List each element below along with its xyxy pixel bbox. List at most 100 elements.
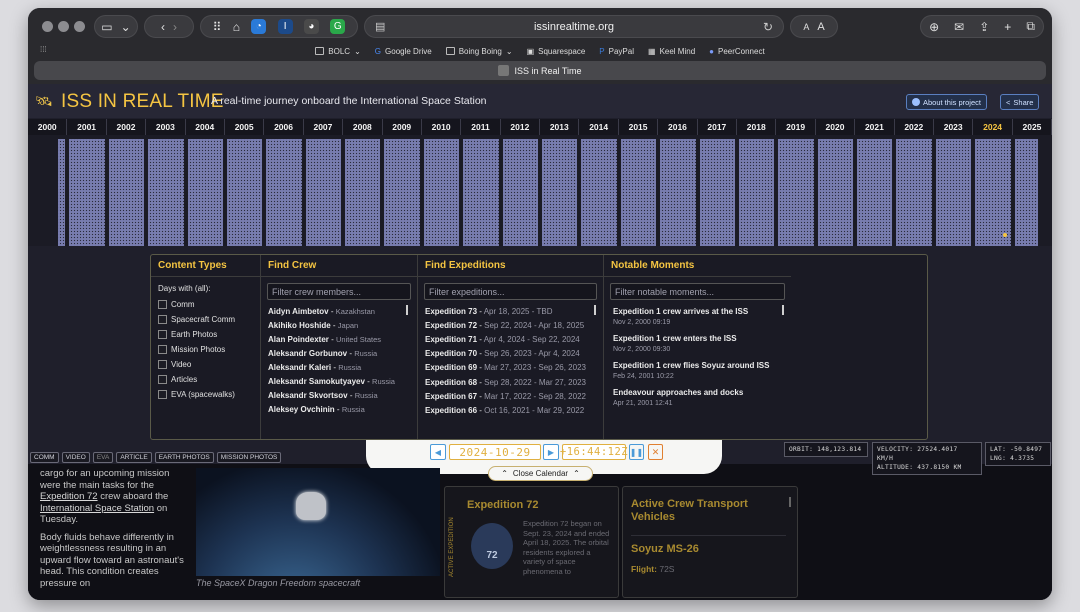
grid-icon[interactable]: ⠿	[213, 20, 222, 34]
year-day-cells-2007[interactable]	[305, 139, 342, 246]
checkbox-icon[interactable]	[158, 360, 167, 369]
checkbox-icon[interactable]	[158, 315, 167, 324]
year-day-cells-2013[interactable]	[542, 139, 578, 246]
pause-button[interactable]: ❚❚	[629, 444, 644, 460]
year-tab-2023[interactable]: 2023	[933, 119, 974, 135]
year-tab-2005[interactable]: 2005	[224, 119, 265, 135]
reload-icon[interactable]: ↻	[763, 20, 773, 34]
year-tab-2017[interactable]: 2017	[697, 119, 738, 135]
bookmark-google-drive[interactable]: G Google Drive	[375, 47, 432, 56]
expedition-scrollbar[interactable]	[594, 305, 596, 315]
year-tab-2012[interactable]: 2012	[500, 119, 541, 135]
back-icon[interactable]: ‹	[161, 20, 165, 34]
bookmark-boing-boing[interactable]: Boing Boing ⌄	[445, 47, 513, 56]
year-day-cells-2004[interactable]	[187, 139, 223, 246]
page-settings-icon[interactable]: ▤	[375, 20, 385, 33]
checkbox-icon[interactable]	[158, 330, 167, 339]
checkbox-icon[interactable]	[158, 390, 167, 399]
content-tag-article[interactable]: ARTICLE	[116, 451, 152, 463]
year-day-cells-2022[interactable]	[896, 139, 932, 246]
expedition-list-item[interactable]: Expedition 66 - Oct 16, 2021 - Mar 29, 2…	[418, 403, 603, 417]
checkbox-icon[interactable]	[158, 300, 167, 309]
moments-scrollbar[interactable]	[782, 305, 784, 315]
year-day-cells-2016[interactable]	[660, 139, 696, 246]
year-day-cells-2015[interactable]	[620, 139, 657, 246]
content-type-checkbox[interactable]: Mission Photos	[151, 342, 260, 357]
calendar-day-grid[interactable]	[28, 135, 1052, 246]
year-tab-2020[interactable]: 2020	[815, 119, 856, 135]
year-day-cells-2025[interactable]	[1014, 139, 1038, 246]
previous-day-button[interactable]: ◀	[430, 444, 446, 460]
crew-list-item[interactable]: Akihiko Hoshide - Japan	[261, 318, 417, 332]
crew-filter-input[interactable]	[267, 283, 411, 300]
address-bar[interactable]: ▤ issinrealtime.org ↻	[364, 15, 784, 38]
expedition-list-item[interactable]: Expedition 71 - Apr 4, 2024 - Sep 22, 20…	[418, 332, 603, 346]
favorite-icon-4[interactable]: G	[330, 19, 346, 34]
share-button[interactable]: < Share	[1000, 94, 1040, 110]
share-icon[interactable]: ⇪	[979, 20, 989, 34]
home-icon[interactable]: ⌂	[233, 20, 240, 34]
crew-list-item[interactable]: Aidyn Aimbetov - Kazakhstan	[261, 304, 417, 318]
year-day-cells-2010[interactable]	[423, 139, 460, 246]
text-size-buttons[interactable]: AA	[790, 15, 838, 38]
crew-scrollbar[interactable]	[406, 305, 408, 315]
text-larger-icon[interactable]: A	[817, 21, 824, 33]
close-calendar-button[interactable]: ⌃ Close Calendar ⌃	[488, 466, 593, 481]
year-day-cells-2020[interactable]	[817, 139, 854, 246]
crew-list-item[interactable]: Aleksandr Gorbunov - Russia	[261, 346, 417, 360]
iss-link[interactable]: International Space Station	[40, 503, 154, 514]
year-tab-2008[interactable]: 2008	[343, 119, 383, 135]
year-tab-2003[interactable]: 2003	[146, 119, 186, 135]
year-tab-2000[interactable]: 2000	[28, 119, 68, 135]
content-tag-comm[interactable]: COMM	[30, 451, 59, 463]
mail-icon[interactable]: ✉	[954, 20, 964, 34]
time-display[interactable]: +16:44:12Z	[560, 444, 628, 460]
moment-list-item[interactable]: Expedition 1 crew enters the ISS Nov 2, 2…	[604, 331, 791, 358]
back-forward-buttons[interactable]: ‹ ›	[144, 15, 194, 38]
bookmark-keel-mind[interactable]: ▦ Keel Mind	[648, 47, 695, 56]
year-tab-2015[interactable]: 2015	[618, 119, 659, 135]
bookmark-paypal[interactable]: P PayPal	[599, 47, 634, 56]
active-tab[interactable]: ISS in Real Time	[34, 61, 1046, 80]
minimize-window-button[interactable]	[58, 21, 69, 32]
expedition-list-item[interactable]: Expedition 67 - Mar 17, 2022 - Sep 28, 2…	[418, 389, 603, 403]
year-day-cells-2019[interactable]	[778, 139, 814, 246]
crew-list-item[interactable]: Aleksandr Samokutyayev - Russia	[261, 374, 417, 388]
year-day-cells-2024[interactable]	[975, 139, 1011, 246]
favorite-icon-3[interactable]: ◕	[303, 19, 319, 34]
content-type-checkbox[interactable]: Video	[151, 357, 260, 372]
close-controls-button[interactable]: ✕	[648, 444, 663, 460]
content-tag-eva[interactable]: EVA	[92, 451, 114, 463]
download-icon[interactable]: ⊕	[929, 20, 939, 34]
year-day-cells-2005[interactable]	[226, 139, 263, 246]
checkbox-icon[interactable]	[158, 375, 167, 384]
year-day-cells-2006[interactable]	[266, 139, 302, 246]
bookmark-bolc[interactable]: BOLC ⌄	[315, 47, 361, 56]
moment-list-item[interactable]: Expedition 1 crew flies Soyuz around ISS…	[604, 358, 791, 385]
year-tab-2004[interactable]: 2004	[185, 119, 225, 135]
year-tab-2024[interactable]: 2024	[973, 119, 1013, 135]
expedition-list-item[interactable]: Expedition 72 - Sep 22, 2024 - Apr 18, 2…	[418, 318, 603, 332]
moments-filter-input[interactable]	[610, 283, 785, 300]
year-day-cells-2017[interactable]	[699, 139, 735, 246]
year-tab-2019[interactable]: 2019	[776, 119, 816, 135]
crew-list-item[interactable]: Aleksey Ovchinin - Russia	[261, 402, 417, 416]
year-day-cells-2012[interactable]	[502, 139, 538, 246]
expedition-list-item[interactable]: Expedition 73 - Apr 18, 2025 - TBD	[418, 304, 603, 318]
expedition-card[interactable]: Expedition 72 ACTIVE EXPEDITION 72 Exped…	[444, 486, 619, 598]
close-window-button[interactable]	[42, 21, 53, 32]
expedition-list-item[interactable]: Expedition 70 - Sep 26, 2023 - Apr 4, 20…	[418, 347, 603, 361]
content-tag-earth-photos[interactable]: EARTH PHOTOS	[154, 451, 214, 463]
content-type-checkbox[interactable]: Articles	[151, 372, 260, 387]
year-tab-2016[interactable]: 2016	[658, 119, 698, 135]
expedition-72-link[interactable]: Expedition 72	[40, 491, 98, 502]
checkbox-icon[interactable]	[158, 345, 167, 354]
year-tab-2018[interactable]: 2018	[737, 119, 777, 135]
vehicles-card[interactable]: Active Crew Transport Vehicles Soyuz MS-…	[622, 486, 798, 598]
year-tab-2011[interactable]: 2011	[461, 119, 501, 135]
text-smaller-icon[interactable]: A	[803, 22, 809, 32]
year-tab-2022[interactable]: 2022	[894, 119, 934, 135]
favorite-icon-1[interactable]: ◔	[251, 19, 267, 34]
bookmark-peerconnect[interactable]: ● PeerConnect	[709, 47, 765, 56]
year-tab-2021[interactable]: 2021	[855, 119, 895, 135]
